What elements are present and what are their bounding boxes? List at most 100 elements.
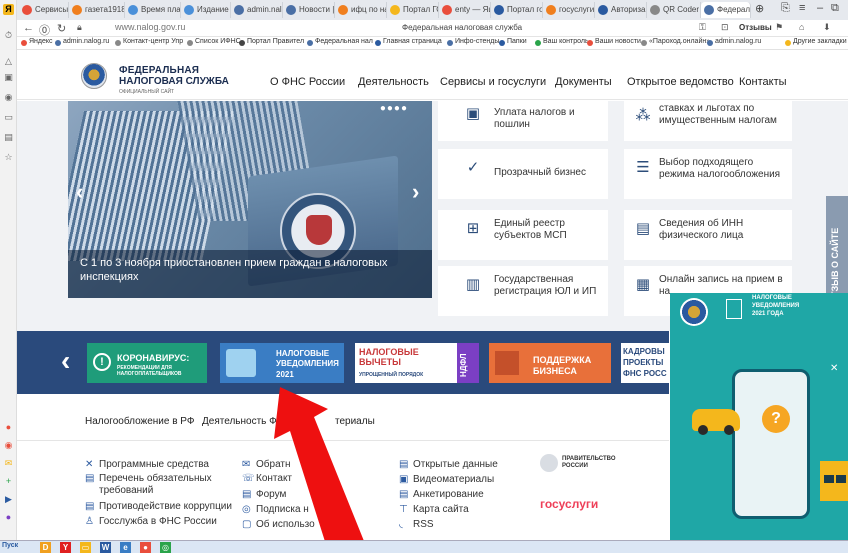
add-app-icon[interactable]: + [3,476,14,487]
browser-tab[interactable]: Портал ГОС [387,2,439,18]
footer-nav-taxation[interactable]: Налогообложение в РФ [85,416,194,427]
browser-tab-active[interactable]: Федерал [701,2,751,18]
downloads-icon[interactable]: ⬇ [823,22,831,33]
bookmark-item[interactable]: «Пароход.онлайн» [641,38,710,46]
notes-icon[interactable]: ▤ [3,132,14,143]
bookmark-flag-icon[interactable]: ⚑ [775,22,783,33]
brand-line-2[interactable]: НАЛОГОВАЯ СЛУЖБА [119,76,229,87]
restore-icon[interactable]: ⧉ [831,2,839,15]
browser-tab[interactable]: ифц по нал [335,2,387,18]
new-tab-icon[interactable]: ⊕ [755,2,764,15]
maps-pin-icon[interactable]: ◉ [3,440,14,451]
history-icon[interactable]: ⏱ [3,30,14,41]
service-card-transparent-business[interactable]: ✓ Прозрачный бизнес [438,149,608,199]
bookmark-other[interactable]: Другие закладки [785,38,847,46]
service-card-inn[interactable]: ▤ Сведения об ИНН физического лица [624,210,792,260]
app-red-icon[interactable]: ● [3,422,14,433]
government-link[interactable]: ПРАВИТЕЛЬСТВО РОССИИ [562,456,616,470]
bookmark-item[interactable]: admin.nalog.ru [55,38,109,46]
service-card-registration[interactable]: ▥ Государственная регистрация ЮЛ и ИП [438,266,608,316]
bookmark-item[interactable]: Ваш контроль [535,38,589,46]
promo-business-support[interactable]: ПОДДЕРЖКА БИЗНЕСА [489,343,611,383]
app-icon[interactable]: ● [140,542,151,553]
start-button[interactable]: Пуск [2,542,18,549]
bookmark-item[interactable]: Контакт-центр Упр [115,38,183,46]
carousel-next-icon[interactable]: › [412,179,419,205]
service-card-msp-registry[interactable]: ⊞ Единый реестр субъектов МСП [438,210,608,260]
browser-tab[interactable]: admin.nalo [231,2,283,18]
bookmark-item[interactable]: Список ИФНС [187,38,241,46]
folder-icon[interactable]: ▭ [80,542,91,553]
browser-tab[interactable]: enty — Яш [439,2,491,18]
browser-tab[interactable]: Издание [181,2,231,18]
nav-services[interactable]: Сервисы и госуслуги [440,76,546,88]
banner-prev-icon[interactable]: ‹ [61,345,70,377]
nav-documents[interactable]: Документы [555,76,612,88]
nav-open-agency[interactable]: Открытое ведомство [627,76,734,88]
url-field[interactable]: www.nalog.gov.ru [115,22,185,32]
word-icon[interactable]: W [100,542,111,553]
play-icon[interactable]: ▶ [3,494,14,505]
zen-icon[interactable]: ▣ [3,72,14,83]
carousel-dots[interactable]: ●●●● [380,103,408,114]
nav-contacts[interactable]: Контакты [739,76,787,88]
browser-tab[interactable]: Время план [125,2,181,18]
tabs-menu-icon[interactable]: ⎘ [781,2,790,15]
footer-link[interactable]: ♙ Госслужба в ФНС России [85,516,217,528]
footer-link[interactable]: ▤ Открытые данные [399,459,498,471]
bookmark-item[interactable]: Федеральная нал [307,38,373,46]
government-emblem-icon[interactable] [540,454,558,472]
browser-tab[interactable]: Новости | [283,2,335,18]
browser-tab[interactable]: газета1918 [69,2,125,18]
footer-link[interactable]: ✕ Программные средства [85,459,209,471]
promo-covid[interactable]: ! КОРОНАВИРУС: РЕКОМЕНДАЦИИ ДЛЯ НАЛОГОПЛ… [87,343,207,383]
browser-tab[interactable]: QR Coder - [647,2,701,18]
promo-hr-projects[interactable]: КАДРОВЫ ПРОЕКТЫ ФНС РОСС [621,343,669,383]
chrome-icon[interactable]: ◎ [160,542,171,553]
promo-tax-notices[interactable]: НАЛОГОВЫЕ УВЕДОМЛЕНИЯ 2021 [220,343,344,383]
yandex-taskbar-icon[interactable]: Y [60,542,71,553]
yandex-home-icon[interactable]: ⓪ [39,22,50,38]
bookmark-item[interactable]: Папки [499,38,527,46]
ie-icon[interactable]: e [120,542,131,553]
browser-tab[interactable]: госуслуги [543,2,595,18]
footer-link[interactable]: ▣ Видеоматериалы [399,474,494,486]
messenger-icon[interactable]: ● [3,512,14,523]
brand-line-1[interactable]: ФЕДЕРАЛЬНАЯ [119,65,199,76]
bookmark-item[interactable]: Ваши новости [587,38,641,46]
mail-icon[interactable]: ✉ [3,458,14,469]
reviews-button[interactable]: Отзывы [739,23,772,32]
nav-about[interactable]: О ФНС России [270,76,345,88]
alice-icon[interactable]: △ [3,56,14,67]
extension-icon[interactable]: ⌂ [799,22,804,32]
bookmark-item[interactable]: Яндекс [21,38,53,46]
nav-activity[interactable]: Деятельность [358,76,429,88]
promo-tax-deductions[interactable]: НАЛОГОВЫЕ ВЫЧЕТЫ УПРОЩЕННЫЙ ПОРЯДОК НДФЛ [355,343,479,383]
browser-tab[interactable]: Авторизац [595,2,647,18]
fns-emblem-logo[interactable] [81,63,107,89]
key-icon[interactable]: ⚿ [699,22,706,33]
footer-link[interactable]: ▤ Противодействие коррупции [85,501,232,513]
collections-icon[interactable]: ▭ [3,112,14,123]
menu-icon[interactable]: ≡ [799,2,805,14]
feedback-tab[interactable]: ОТЗЫВ О САЙТЕ [826,196,848,308]
tax-notices-popup[interactable]: НАЛОГОВЫЕ УВЕДОМЛЕНИЯ 2021 ГОДА ✕ ? [670,293,848,553]
bookmark-item[interactable]: Инфо-стенды [447,38,499,46]
service-card-payment[interactable]: ▣ Уплата налогов и пошлин [438,101,608,141]
footer-link[interactable]: ▤ Перечень обязательных требований [85,473,225,497]
carousel-caption[interactable]: С 1 по 3 ноября приостановлен прием граж… [68,250,432,298]
news-carousel[interactable]: ●●●● ‹ › С 1 по 3 ноября приостановлен п… [68,101,432,298]
minimize-icon[interactable]: – [817,2,823,14]
footer-link[interactable]: ▤ Анкетирование [399,489,484,501]
reader-icon[interactable]: ⊡ [721,22,729,33]
popup-close-icon[interactable]: ✕ [830,363,838,374]
gosuslugi-logo[interactable]: госуслуги [540,497,598,511]
yandex-browser-icon[interactable]: Я [3,4,14,15]
bookmark-item[interactable]: admin.nalog.ru [707,38,761,46]
carousel-prev-icon[interactable]: ‹ [76,179,83,205]
service-card-property-tax[interactable]: ⁂ ставках и льготах по имущественным нал… [624,101,792,141]
bookmarks-star-icon[interactable]: ☆ [3,152,14,163]
back-icon[interactable]: ← [23,22,34,34]
service-card-tax-regime[interactable]: ☰ Выбор подходящего режима налогообложен… [624,149,792,199]
reload-icon[interactable]: ↻ [57,22,66,35]
